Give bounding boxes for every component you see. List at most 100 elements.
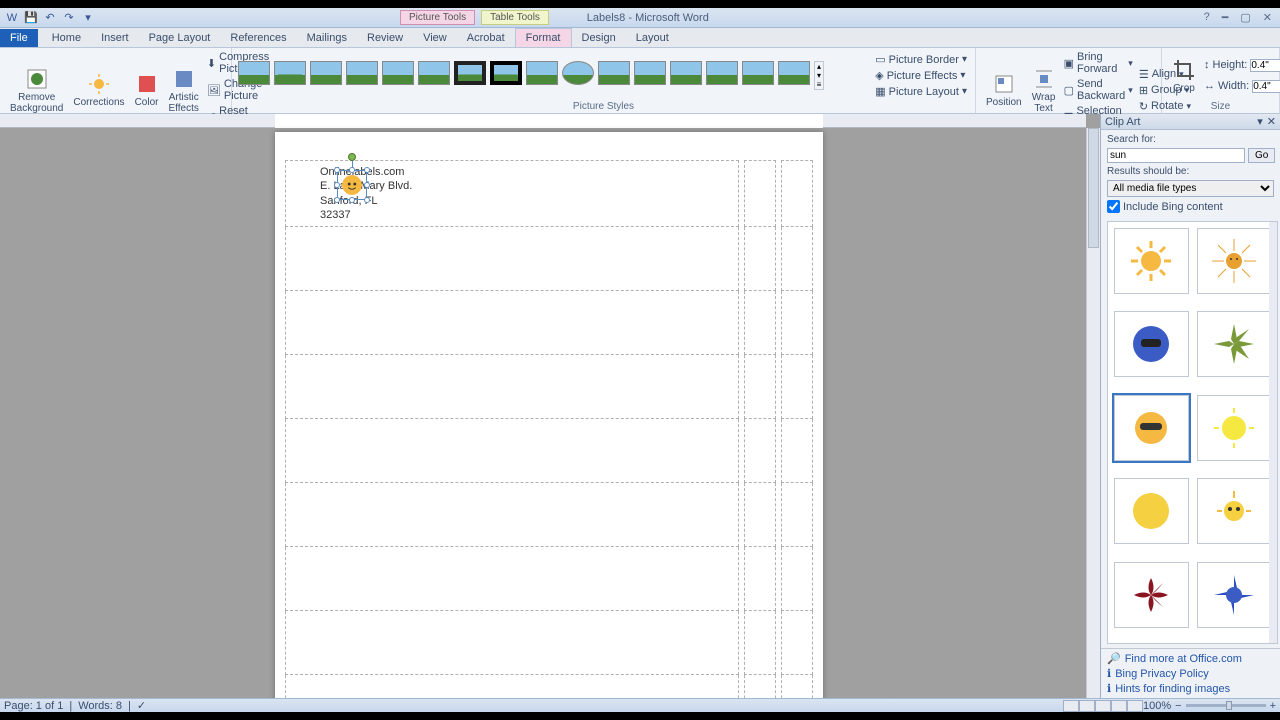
tab-references[interactable]: References bbox=[220, 29, 296, 47]
clipart-result[interactable] bbox=[1114, 478, 1189, 544]
bing-checkbox[interactable] bbox=[1107, 200, 1120, 213]
label-cell[interactable] bbox=[781, 675, 812, 698]
qat-dropdown-icon[interactable]: ▾ bbox=[80, 10, 96, 26]
minimize-icon[interactable]: ━ bbox=[1222, 11, 1229, 24]
height-input[interactable] bbox=[1250, 59, 1280, 72]
label-cell[interactable] bbox=[781, 355, 812, 419]
label-cell[interactable] bbox=[781, 227, 812, 291]
label-cell[interactable] bbox=[781, 483, 812, 547]
style-thumb[interactable] bbox=[706, 61, 738, 85]
artistic-effects-button[interactable]: Artistic Effects bbox=[165, 65, 203, 116]
save-icon[interactable]: 💾 bbox=[23, 10, 39, 26]
redo-icon[interactable]: ↷ bbox=[61, 10, 77, 26]
go-button[interactable]: Go bbox=[1248, 148, 1275, 163]
picture-layout-button[interactable]: ▦Picture Layout▾ bbox=[873, 84, 969, 99]
remove-background-button[interactable]: Remove Background bbox=[6, 65, 67, 116]
label-cell[interactable] bbox=[286, 355, 739, 419]
horizontal-ruler[interactable] bbox=[0, 114, 1086, 128]
pane-close-icon[interactable]: ✕ bbox=[1267, 115, 1276, 128]
label-cell[interactable] bbox=[744, 161, 775, 227]
zoom-slider[interactable] bbox=[1186, 704, 1266, 707]
style-thumb[interactable] bbox=[526, 61, 558, 85]
search-input[interactable] bbox=[1107, 148, 1245, 163]
label-cell[interactable] bbox=[744, 291, 775, 355]
style-thumb[interactable] bbox=[238, 61, 270, 85]
privacy-link[interactable]: ℹBing Privacy Policy bbox=[1107, 667, 1274, 680]
close-icon[interactable]: ✕ bbox=[1263, 11, 1272, 24]
label-cell[interactable] bbox=[286, 547, 739, 611]
gallery-up-icon[interactable]: ▴ bbox=[815, 62, 823, 71]
zoom-in-icon[interactable]: + bbox=[1270, 700, 1276, 712]
rotation-handle[interactable] bbox=[348, 153, 356, 161]
tab-design[interactable]: Design bbox=[572, 29, 626, 47]
clipart-result[interactable] bbox=[1114, 228, 1189, 294]
label-cell[interactable] bbox=[744, 483, 775, 547]
document-canvas[interactable]: Onlinelabels.com E. Lake Mary Blvd. Sanf… bbox=[0, 114, 1100, 698]
style-thumb[interactable] bbox=[634, 61, 666, 85]
view-web[interactable] bbox=[1095, 700, 1111, 712]
view-outline[interactable] bbox=[1111, 700, 1127, 712]
label-cell[interactable] bbox=[286, 675, 739, 698]
style-thumb[interactable] bbox=[382, 61, 414, 85]
tab-view[interactable]: View bbox=[413, 29, 457, 47]
clipart-result[interactable] bbox=[1197, 395, 1272, 461]
color-button[interactable]: Color bbox=[131, 70, 163, 110]
label-cell[interactable] bbox=[286, 291, 739, 355]
tab-acrobat[interactable]: Acrobat bbox=[457, 29, 515, 47]
label-cell[interactable] bbox=[744, 611, 775, 675]
results-filter-select[interactable]: All media file types bbox=[1107, 180, 1274, 197]
style-thumb[interactable] bbox=[778, 61, 810, 85]
label-cell[interactable] bbox=[286, 419, 739, 483]
wrap-text-button[interactable]: Wrap Text bbox=[1028, 65, 1060, 116]
pane-dropdown-icon[interactable]: ▾ bbox=[1257, 115, 1263, 128]
gallery-more-icon[interactable]: ≡ bbox=[815, 80, 823, 89]
page[interactable]: Onlinelabels.com E. Lake Mary Blvd. Sanf… bbox=[275, 132, 823, 698]
label-cell[interactable] bbox=[781, 161, 812, 227]
page-status[interactable]: Page: 1 of 1 bbox=[4, 700, 63, 712]
view-print-layout[interactable] bbox=[1063, 700, 1079, 712]
bring-forward-button[interactable]: ▣Bring Forward▾ bbox=[1062, 50, 1135, 76]
style-thumb[interactable] bbox=[454, 61, 486, 85]
tab-review[interactable]: Review bbox=[357, 29, 413, 47]
proofing-icon[interactable]: ✓ bbox=[137, 699, 146, 712]
label-cell[interactable] bbox=[744, 227, 775, 291]
send-backward-button[interactable]: ▢Send Backward▾ bbox=[1062, 77, 1135, 103]
label-cell[interactable] bbox=[744, 547, 775, 611]
restore-icon[interactable]: ▢ bbox=[1240, 11, 1250, 24]
clipart-result[interactable] bbox=[1114, 562, 1189, 628]
label-cell[interactable] bbox=[286, 227, 739, 291]
clipart-result[interactable] bbox=[1197, 311, 1272, 377]
clipart-result[interactable] bbox=[1114, 395, 1189, 461]
tab-file[interactable]: File bbox=[0, 29, 38, 47]
label-cell[interactable] bbox=[744, 419, 775, 483]
clipart-result[interactable] bbox=[1197, 562, 1272, 628]
zoom-out-icon[interactable]: − bbox=[1175, 700, 1181, 712]
corrections-button[interactable]: Corrections bbox=[69, 70, 128, 110]
style-thumb[interactable] bbox=[490, 61, 522, 85]
tab-home[interactable]: Home bbox=[42, 29, 91, 47]
style-thumb[interactable] bbox=[742, 61, 774, 85]
picture-effects-button[interactable]: ◈Picture Effects▾ bbox=[873, 68, 969, 83]
vertical-scrollbar[interactable] bbox=[1086, 128, 1100, 698]
crop-button[interactable]: Crop bbox=[1168, 56, 1200, 96]
hints-link[interactable]: ℹHints for finding images bbox=[1107, 682, 1274, 695]
clipart-result[interactable] bbox=[1197, 228, 1272, 294]
view-draft[interactable] bbox=[1127, 700, 1143, 712]
label-cell[interactable] bbox=[781, 547, 812, 611]
style-thumb[interactable] bbox=[670, 61, 702, 85]
zoom-value[interactable]: 100% bbox=[1143, 700, 1171, 712]
tab-insert[interactable]: Insert bbox=[91, 29, 139, 47]
selected-image[interactable] bbox=[337, 170, 367, 200]
width-field[interactable]: ↔Width:▴▾ bbox=[1202, 79, 1280, 94]
help-icon[interactable]: ? bbox=[1204, 11, 1210, 24]
label-cell[interactable] bbox=[744, 355, 775, 419]
label-cell[interactable] bbox=[781, 291, 812, 355]
word-count[interactable]: Words: 8 bbox=[78, 700, 122, 712]
height-field[interactable]: ↕Height:▴▾ bbox=[1202, 58, 1280, 73]
width-input[interactable] bbox=[1252, 80, 1280, 93]
style-thumb[interactable] bbox=[418, 61, 450, 85]
tab-page-layout[interactable]: Page Layout bbox=[139, 29, 221, 47]
tab-layout[interactable]: Layout bbox=[626, 29, 679, 47]
view-fullscreen[interactable] bbox=[1079, 700, 1095, 712]
undo-icon[interactable]: ↶ bbox=[42, 10, 58, 26]
